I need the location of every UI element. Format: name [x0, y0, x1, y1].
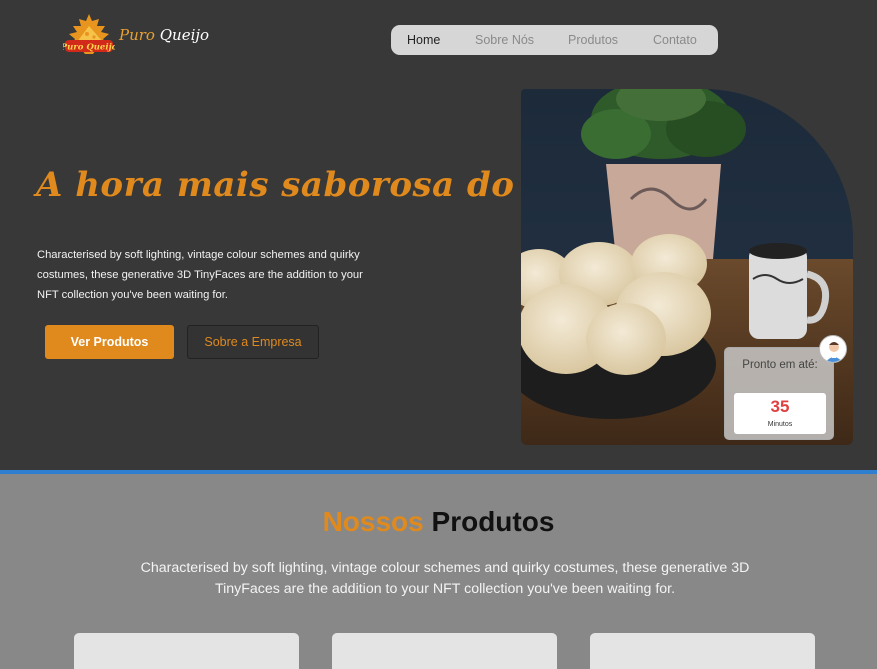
ready-time-unit: Minutos — [767, 421, 793, 428]
ready-time-card: Pronto em até: 35 Minutos — [724, 347, 834, 440]
ready-time-label: Pronto em até: — [742, 359, 818, 371]
hero-description: Characterised by soft lighting, vintage … — [37, 249, 363, 301]
avatar — [819, 335, 847, 363]
cheese-logo-icon: Puro Queijo — [60, 12, 118, 58]
product-card[interactable] — [74, 633, 299, 669]
product-card[interactable] — [590, 633, 815, 669]
products-description: Characterised by soft lighting, vintage … — [140, 560, 750, 597]
ver-produtos-button[interactable]: Ver Produtos — [45, 325, 174, 359]
sobre-empresa-button[interactable]: Sobre a Empresa — [187, 325, 319, 359]
products-title-part2: Produtos — [431, 506, 555, 537]
products-title: Nossos Produtos — [0, 506, 877, 538]
brand-logo[interactable]: Puro Queijo Puro Queijo — [60, 12, 209, 58]
product-card[interactable] — [332, 633, 557, 669]
ready-time-box: 35 Minutos — [734, 393, 826, 434]
brand-name-part1: Puro — [119, 26, 155, 44]
nav-item-produtos[interactable]: Produtos — [568, 33, 618, 47]
nav-item-home[interactable]: Home — [407, 33, 440, 47]
nav-item-contato[interactable]: Contato — [653, 33, 697, 47]
nav-item-sobre-nos[interactable]: Sobre Nós — [475, 33, 534, 47]
ready-time-value: 35 — [770, 397, 790, 416]
hero-title: A hora mais saborosa do dia — [36, 165, 588, 205]
brand-name-part2: Queijo — [159, 26, 210, 44]
products-title-part1: Nossos — [322, 506, 424, 537]
brand-name: Puro Queijo — [119, 26, 209, 44]
logo-badge-text: Puro Queijo — [63, 43, 115, 53]
main-nav: Home Sobre Nós Produtos Contato — [391, 25, 718, 55]
